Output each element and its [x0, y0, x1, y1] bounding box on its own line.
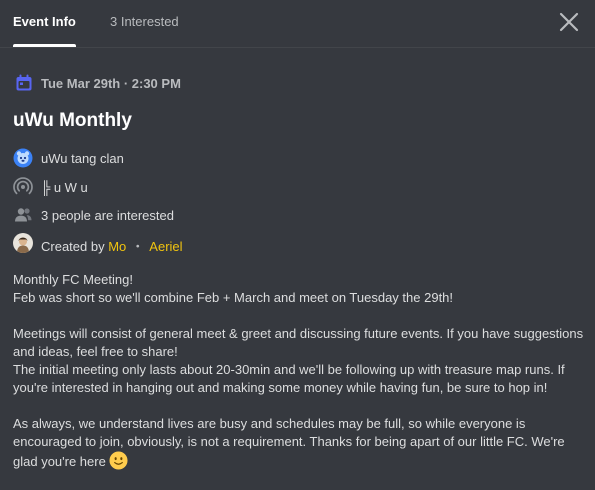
creator-name-suffix[interactable]: Aeriel — [149, 239, 182, 254]
event-creator: Created by Mo ・ Aeriel — [41, 236, 183, 255]
event-description: Monthly FC Meeting! Feb was short so we'… — [13, 271, 588, 471]
server-icon — [13, 148, 33, 168]
event-channel-name: ╠ u W u — [41, 180, 88, 195]
calendar-icon — [16, 74, 32, 91]
event-interested-count: 3 people are interested — [41, 208, 174, 223]
tab-event-info[interactable]: Event Info — [13, 14, 76, 29]
slight-smile-emoji — [109, 451, 128, 470]
close-button[interactable] — [557, 10, 581, 34]
description-line: Feb was short so we'll combine Feb + Mar… — [13, 290, 454, 305]
tab-interested[interactable]: 3 Interested — [110, 14, 179, 29]
event-interested-row: 3 people are interested — [13, 205, 573, 225]
event-server-name: uWu tang clan — [41, 151, 124, 166]
event-server-row[interactable]: uWu tang clan — [13, 148, 573, 168]
description-line: Monthly FC Meeting! — [13, 272, 133, 287]
people-icon — [15, 208, 32, 222]
event-date: Tue Mar 29th · 2:30 PM — [41, 76, 181, 91]
creator-separator: ・ — [131, 239, 145, 254]
event-creator-row: Created by Mo ・ Aeriel — [13, 233, 573, 255]
event-channel-row[interactable]: ╠ u W u — [13, 177, 573, 197]
stage-channel-icon — [13, 177, 33, 195]
description-paragraph-closing: As always, we understand lives are busy … — [13, 415, 588, 471]
description-line: Meetings will consist of general meet & … — [13, 326, 587, 359]
active-tab-indicator — [13, 44, 76, 47]
event-title: uWu Monthly — [13, 110, 132, 131]
description-line: As always, we understand lives are busy … — [13, 416, 569, 469]
avatar[interactable] — [13, 233, 33, 253]
creator-name[interactable]: Mo — [108, 239, 126, 254]
description-line: The initial meeting only lasts about 20-… — [13, 362, 569, 395]
close-icon — [559, 12, 579, 32]
tab-bar: Event Info 3 Interested — [0, 0, 595, 48]
created-by-label: Created by — [41, 239, 105, 254]
